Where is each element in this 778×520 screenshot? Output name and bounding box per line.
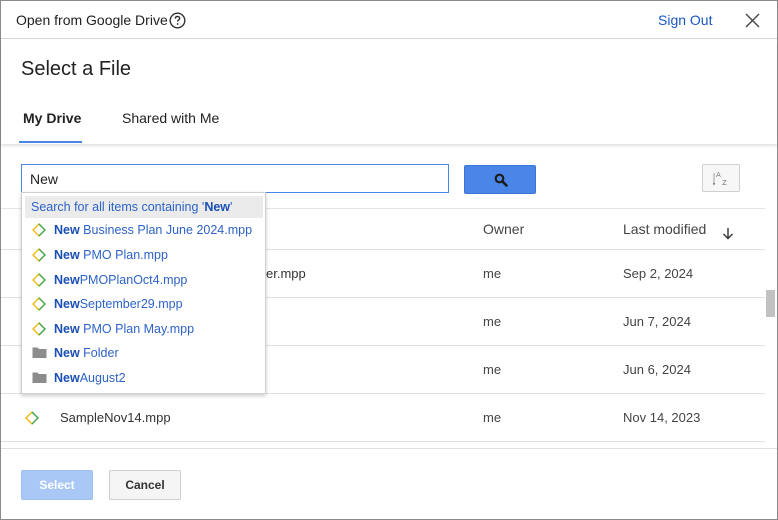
scrollbar-thumb[interactable] <box>766 290 775 317</box>
search-button[interactable] <box>464 165 536 194</box>
search-suggestions: Search for all items containing 'New' Ne… <box>21 192 266 394</box>
suggestion-item[interactable]: New Business Plan June 2024.mpp <box>22 220 265 242</box>
table-row[interactable]: SampleNov14.mpp me Nov 14, 2023 <box>1 394 765 442</box>
project-file-icon <box>32 322 46 336</box>
search-icon <box>494 173 508 187</box>
suggestion-item[interactable]: New PMO Plan May.mpp <box>22 319 265 341</box>
folder-icon <box>32 372 47 383</box>
project-file-icon <box>32 297 46 311</box>
svg-text:Z: Z <box>722 179 727 187</box>
search-all-suggestion[interactable]: Search for all items containing 'New' <box>25 196 263 218</box>
project-file-icon <box>32 223 46 237</box>
window-title: Open from Google Drive <box>16 12 168 28</box>
suggestion-item[interactable]: New PMO Plan.mpp <box>22 245 265 267</box>
search-all-term: New <box>204 200 231 214</box>
suggestion-match: New <box>54 322 80 336</box>
file-name: er.mpp <box>266 266 306 281</box>
dialog-footer: Select Cancel <box>1 448 777 519</box>
file-modified: Sep 2, 2024 <box>623 266 694 281</box>
file-modified: Jun 7, 2024 <box>623 314 691 329</box>
suggestion-item[interactable]: New Folder <box>22 343 265 365</box>
select-button[interactable]: Select <box>21 470 93 500</box>
suggestion-rest: Business Plan June 2024.mpp <box>79 223 253 237</box>
sort-az-button[interactable]: A Z <box>702 164 740 192</box>
dialog-header: Select a File My Drive Shared with Me <box>1 40 777 144</box>
suggestion-item[interactable]: NewAugust2 <box>22 368 265 390</box>
file-modified: Jun 6, 2024 <box>623 362 691 377</box>
sign-out-link[interactable]: Sign Out <box>658 12 712 28</box>
sort-az-icon: A Z <box>712 170 731 189</box>
suggestion-match: New <box>54 223 80 237</box>
suggestion-rest: PMO Plan.mpp <box>79 248 168 262</box>
help-circle-icon[interactable] <box>169 12 186 29</box>
title-bar: Open from Google Drive Sign Out <box>1 1 777 39</box>
file-name: SampleNov14.mpp <box>60 410 171 425</box>
svg-text:A: A <box>716 171 721 179</box>
suggestion-match: New <box>54 371 80 385</box>
arrow-down-icon[interactable] <box>722 227 734 240</box>
file-owner: me <box>483 266 502 281</box>
suggestion-rest: PMOPlanOct4.mpp <box>79 273 188 287</box>
scrollbar-track[interactable] <box>765 208 777 448</box>
suggestion-rest: August2 <box>79 371 126 385</box>
suggestion-match: New <box>54 248 80 262</box>
page-title: Select a File <box>21 58 132 80</box>
suggestion-rest: September29.mpp <box>79 297 183 311</box>
open-from-drive-dialog: Open from Google Drive Sign Out Select a… <box>0 0 778 520</box>
suggestion-match: New <box>54 273 80 287</box>
tab-shared-with-me[interactable]: Shared with Me <box>122 110 219 126</box>
folder-icon <box>32 347 47 358</box>
suggestion-item[interactable]: NewPMOPlanOct4.mpp <box>22 270 265 292</box>
suggestion-rest: Folder <box>79 346 119 360</box>
project-file-icon <box>32 273 46 287</box>
search-all-prefix: Search for all items containing ' <box>31 200 205 214</box>
search-all-suffix: ' <box>230 200 233 214</box>
project-file-icon <box>25 411 39 425</box>
project-file-icon <box>32 248 46 262</box>
suggestion-match: New <box>54 346 80 360</box>
file-owner: me <box>483 314 502 329</box>
active-tab-indicator <box>19 141 82 143</box>
tab-my-drive[interactable]: My Drive <box>23 110 81 126</box>
file-owner: me <box>483 410 502 425</box>
suggestion-item[interactable]: NewSeptember29.mpp <box>22 294 265 316</box>
cancel-button[interactable]: Cancel <box>109 470 181 500</box>
search-input[interactable] <box>21 164 449 193</box>
column-last-modified[interactable]: Last modified <box>623 221 706 237</box>
suggestion-rest: PMO Plan May.mpp <box>79 322 195 336</box>
file-modified: Nov 14, 2023 <box>623 410 701 425</box>
suggestion-match: New <box>54 297 80 311</box>
column-owner[interactable]: Owner <box>483 221 524 237</box>
close-icon[interactable] <box>744 12 761 29</box>
file-owner: me <box>483 362 502 377</box>
